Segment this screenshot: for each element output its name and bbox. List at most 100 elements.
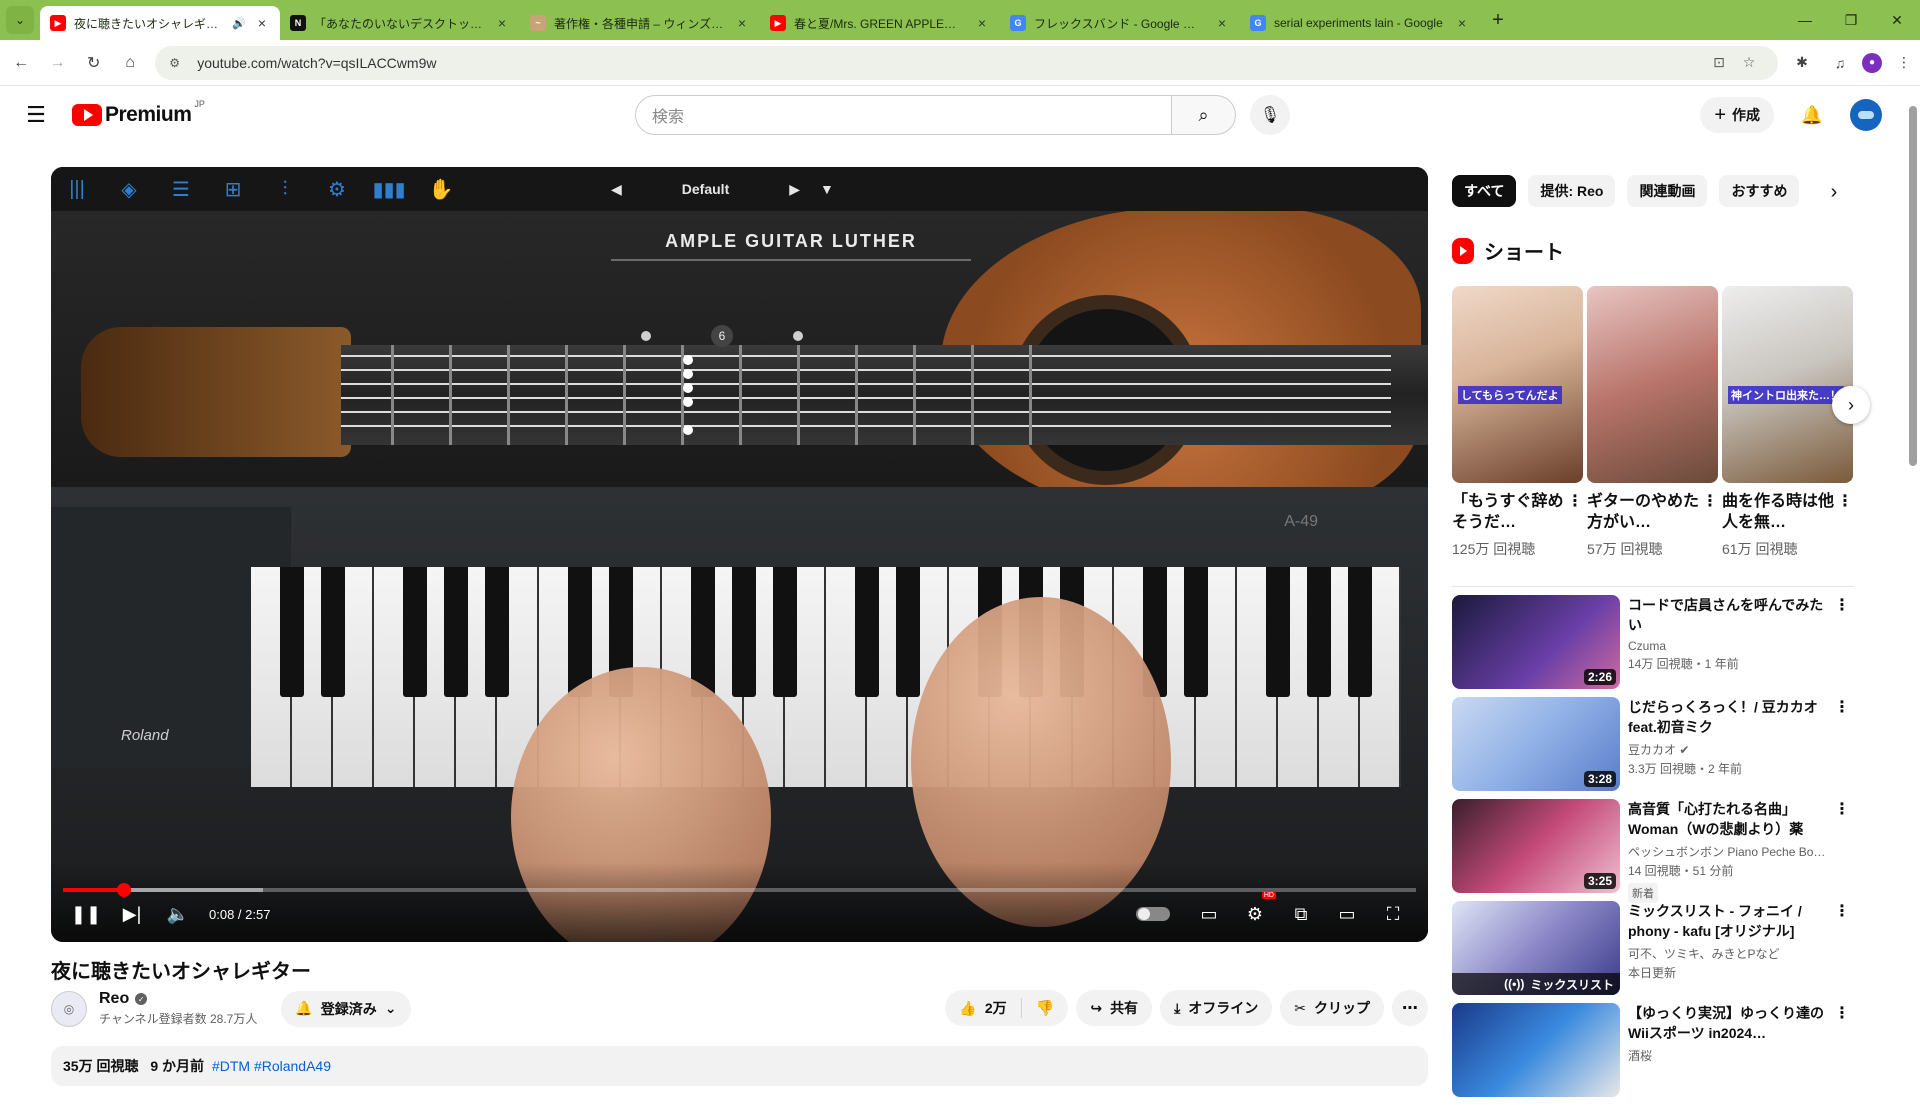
search-input[interactable]: 検索 (635, 95, 1172, 135)
short-menu-icon[interactable]: ⋮ (1837, 491, 1853, 533)
download-button[interactable]: ⤓ オフライン (1160, 990, 1273, 1026)
short-title[interactable]: 曲を作る時は他人を無… (1722, 491, 1837, 533)
settings-gear-icon[interactable]: ⚙ HD (1232, 892, 1278, 934)
chevron-right-icon[interactable]: › (1820, 178, 1848, 206)
video-menu-icon[interactable]: ⋮ (1830, 901, 1854, 995)
browser-tab[interactable]: ▶ 夜に聴きたいオシャレギター - Yo 🔊 × (40, 6, 280, 40)
browser-menu-icon[interactable]: ⋮ (1888, 47, 1920, 79)
filter-chip[interactable]: 提供: Reo (1528, 175, 1616, 207)
like-button[interactable]: 👍 2万 (945, 998, 1022, 1018)
voice-search-button[interactable]: 🎙 (1250, 95, 1290, 135)
dislike-button[interactable]: 👎 (1022, 999, 1069, 1017)
pause-icon[interactable]: ❚❚ (63, 894, 109, 934)
short-card[interactable]: してもらってんだよ 「もうすぐ辞めそうだ… ⋮ 125万 回視聴 (1452, 286, 1583, 559)
page-scrollbar[interactable] (1906, 86, 1920, 1080)
recommended-video[interactable]: 【ゆっくり実況】ゆっくり達のWiiスポーツ in2024… 酒桜 ⋮ (1452, 1003, 1854, 1097)
youtube-logo[interactable]: Premium JP (72, 99, 205, 127)
video-thumbnail[interactable] (1452, 1003, 1620, 1097)
channel-name[interactable]: ペッシュボンボン Piano Peche Bonbons… (1628, 845, 1830, 859)
guide-menu-icon[interactable]: ☰ (16, 95, 56, 135)
volume-icon[interactable]: 🔈 (155, 894, 201, 934)
browser-tab[interactable]: Gserial experiments lain - Google × (1240, 6, 1480, 40)
progress-bar[interactable] (63, 883, 1416, 897)
browser-tab[interactable]: N 「あなたのいないデスクトップ」につい × (280, 6, 520, 40)
subtitles-icon[interactable]: ▭ (1186, 894, 1232, 934)
short-thumbnail[interactable]: してもらってんだよ (1452, 286, 1583, 483)
tab-audio-icon[interactable]: 🔊 (232, 17, 246, 30)
tab-search-button[interactable]: ⌄ (6, 6, 34, 34)
scrollbar-thumb[interactable] (1909, 106, 1917, 466)
site-info-icon[interactable]: ⚙ (169, 56, 187, 70)
channel-name[interactable]: 豆カカオ (1628, 743, 1676, 757)
close-tab-icon[interactable]: × (254, 15, 270, 31)
video-thumbnail[interactable]: 3:28 (1452, 697, 1620, 791)
close-tab-icon[interactable]: × (734, 15, 750, 31)
close-window-icon[interactable]: ✕ (1874, 0, 1920, 40)
recommended-video[interactable]: ((•)) ミックスリスト ミックスリスト - フォニイ / phony - kaf… (1452, 901, 1854, 995)
video-title-link[interactable]: 高音質「心打たれる名曲」Woman（Wの悲劇より）薬師… (1628, 799, 1830, 839)
bookmark-star-icon[interactable]: ☆ (1734, 54, 1764, 71)
video-menu-icon[interactable]: ⋮ (1830, 799, 1854, 893)
close-tab-icon[interactable]: × (974, 15, 990, 31)
short-menu-icon[interactable]: ⋮ (1702, 491, 1718, 533)
video-title-link[interactable]: 【ゆっくり実況】ゆっくり達のWiiスポーツ in2024… (1628, 1003, 1830, 1043)
forward-icon[interactable]: → (42, 47, 72, 79)
video-title-link[interactable]: ミックスリスト - フォニイ / phony - kafu [オリジナル] (1628, 901, 1830, 941)
home-icon[interactable]: ⌂ (115, 47, 145, 79)
autoplay-toggle[interactable] (1136, 907, 1170, 921)
short-card[interactable]: ギターのやめた方がい… ⋮ 57万 回視聴 (1587, 286, 1718, 559)
short-title[interactable]: 「もうすぐ辞めそうだ… (1452, 491, 1567, 533)
filter-chip[interactable]: おすすめ (1719, 175, 1800, 207)
address-bar[interactable]: ⚙ youtube.com/watch?v=qsILACCwm9w ⊡ ☆ (155, 45, 1778, 80)
short-title[interactable]: ギターのやめた方がい… (1587, 491, 1702, 533)
channel-name[interactable]: 可不、ツミキ、みきとPなど (1628, 947, 1780, 961)
media-controls-icon[interactable]: ♫ (1824, 47, 1856, 79)
recommended-video[interactable]: 2:26 コードで店員さんを呼んでみたい Czuma 14万 回視聴・1 年前 ⋮ (1452, 595, 1854, 689)
short-thumbnail[interactable] (1587, 286, 1718, 483)
close-tab-icon[interactable]: × (1454, 15, 1470, 31)
video-menu-icon[interactable]: ⋮ (1830, 697, 1854, 791)
video-thumbnail[interactable]: ((•)) ミックスリスト (1452, 901, 1620, 995)
browser-tab[interactable]: ▶ 春と夏/Mrs. GREEN APPLE【大阪 × (760, 6, 1000, 40)
miniplayer-icon[interactable]: ⧉ (1278, 894, 1324, 934)
next-video-icon[interactable]: ▶| (109, 894, 155, 934)
install-app-icon[interactable]: ⊡ (1704, 54, 1734, 71)
video-player[interactable]: 6 ||| ◈ ☰ ⊞ ⫶ ⚙ ▮▮▮ ✋ ◀ Default ▶ ▼ AMPL… (51, 167, 1428, 942)
reload-icon[interactable]: ↻ (79, 47, 109, 79)
filter-chip[interactable]: すべて (1452, 175, 1517, 207)
video-menu-icon[interactable]: ⋮ (1830, 595, 1854, 689)
extensions-icon[interactable]: ✱ (1786, 47, 1818, 79)
profile-avatar[interactable]: ● (1861, 52, 1882, 73)
restore-icon[interactable]: ❐ (1828, 0, 1874, 40)
fullscreen-icon[interactable]: ⛶ (1370, 894, 1416, 934)
short-menu-icon[interactable]: ⋮ (1567, 491, 1583, 533)
video-menu-icon[interactable]: ⋮ (1830, 1003, 1854, 1097)
video-title-link[interactable]: じだらっくろっく！/ 豆カカオ feat.初音ミク (1628, 697, 1830, 737)
create-button[interactable]: + 作成 (1700, 97, 1774, 133)
description-box[interactable]: 35万 回視聴 9 か月前 #DTM #RolandA49 (51, 1046, 1428, 1086)
channel-name[interactable]: Reo (99, 990, 129, 1008)
short-thumbnail[interactable]: 神イントロ出来た…！ (1722, 286, 1853, 483)
clip-button[interactable]: ✂ クリップ (1280, 990, 1384, 1026)
filter-chip[interactable]: 関連動画 (1627, 175, 1708, 207)
share-button[interactable]: ↪ 共有 (1076, 990, 1153, 1026)
video-thumbnail[interactable]: 2:26 (1452, 595, 1620, 689)
shorts-next-button[interactable]: › (1832, 386, 1870, 424)
video-thumbnail[interactable]: 3:25 (1452, 799, 1620, 893)
short-card[interactable]: 神イントロ出来た…！ 曲を作る時は他人を無… ⋮ 61万 回視聴 (1722, 286, 1853, 559)
more-actions-icon[interactable]: ⋯ (1392, 990, 1428, 1026)
minimize-icon[interactable]: — (1782, 0, 1828, 40)
close-tab-icon[interactable]: × (494, 15, 510, 31)
channel-name[interactable]: 酒桜 (1628, 1049, 1652, 1063)
channel-name[interactable]: Czuma (1628, 639, 1666, 653)
recommended-video[interactable]: 3:25 高音質「心打たれる名曲」Woman（Wの悲劇より）薬師… ペッシュボンボン… (1452, 799, 1854, 903)
browser-tab[interactable]: G フレックスバンド - Google 検索 × (1000, 6, 1240, 40)
recommended-video[interactable]: 3:28 じだらっくろっく！/ 豆カカオ feat.初音ミク 豆カカオ ✔ 3.3万 … (1452, 697, 1854, 791)
account-avatar[interactable] (1850, 99, 1882, 131)
browser-tab[interactable]: ~ 著作権・各種申請 – ウィンズスコア × (520, 6, 760, 40)
channel-avatar[interactable]: ◎ (51, 990, 87, 1027)
notifications-bell-icon[interactable]: 🔔 (1792, 95, 1832, 135)
video-title-link[interactable]: コードで店員さんを呼んでみたい (1628, 595, 1830, 635)
theater-mode-icon[interactable]: ▭ (1324, 894, 1370, 934)
hashtags[interactable]: #DTM #RolandA49 (212, 1058, 331, 1074)
